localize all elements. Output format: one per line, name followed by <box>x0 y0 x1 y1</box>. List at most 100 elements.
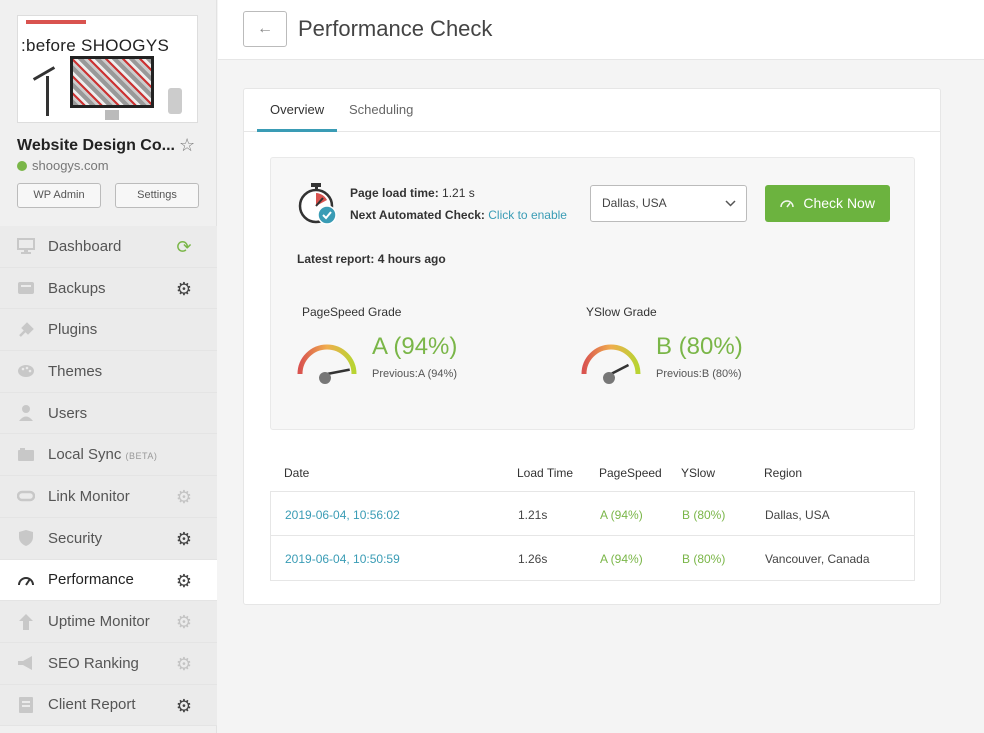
favorite-star-icon[interactable]: ☆ <box>179 135 195 156</box>
gear-icon[interactable]: ⚙ <box>174 529 194 549</box>
gear-icon[interactable]: ⚙ <box>174 612 194 632</box>
check-now-button[interactable]: Check Now <box>765 185 890 222</box>
history-table-header: Date Load Time PageSpeed YSlow Region <box>270 466 915 492</box>
page-header: ← Performance Check <box>218 0 984 60</box>
latest-report: Latest report: 4 hours ago <box>297 252 446 266</box>
link-icon <box>17 487 35 505</box>
yslow-grade: YSlow Grade B (80%) Previous:B (80%) <box>581 305 743 384</box>
page-title: Performance Check <box>298 16 493 41</box>
sidebar-item-label: Security <box>48 529 103 547</box>
sync-icon[interactable]: ⟳ <box>174 237 194 257</box>
region-select-value: Dallas, USA <box>602 196 667 210</box>
tab-scheduling[interactable]: Scheduling <box>349 102 413 117</box>
sidebar-item-label: Performance <box>48 571 134 589</box>
site-domain[interactable]: shoogys.com <box>17 158 109 173</box>
region-cell: Vancouver, Canada <box>765 552 870 566</box>
speedometer-icon <box>780 197 797 211</box>
check-now-label: Check Now <box>803 195 875 211</box>
lamp-graphic <box>32 66 56 81</box>
pagespeed-gauge-icon <box>297 344 357 384</box>
sidebar: :before SHOOGYS Website Design Co... ☆ s… <box>0 0 217 733</box>
sidebar-item-label: Link Monitor <box>48 487 130 505</box>
tab-bar: Overview Scheduling <box>244 89 940 132</box>
sidebar-item-backups[interactable]: Backups ⚙ <box>0 267 217 310</box>
speaker-graphic <box>168 88 182 114</box>
pagespeed-grade-label: PageSpeed Grade <box>302 305 402 319</box>
sidebar-item-label: Client Report <box>48 696 136 714</box>
chevron-down-icon <box>725 186 736 221</box>
lamp-stand-graphic <box>46 76 49 116</box>
page-load-time: Page load time: 1.21 s <box>350 186 475 200</box>
pagespeed-cell: A (94%) <box>600 508 643 522</box>
column-header-date: Date <box>284 466 310 480</box>
site-name: Website Design Co... <box>17 137 175 154</box>
sidebar-item-label: SEO Ranking <box>48 654 139 672</box>
settings-button[interactable]: Settings <box>115 183 199 208</box>
site-thumbnail[interactable]: :before SHOOGYS <box>17 15 198 123</box>
yslow-grade-label: YSlow Grade <box>586 305 657 319</box>
next-automated-check: Next Automated Check: Click to enable <box>350 208 567 222</box>
active-tab-indicator <box>257 129 337 132</box>
sidebar-item-local-sync[interactable]: Local Sync (BETA) <box>0 434 217 477</box>
yslow-cell: B (80%) <box>682 508 726 522</box>
gear-icon[interactable]: ⚙ <box>174 571 194 591</box>
back-button[interactable]: ← <box>243 11 287 47</box>
summary-panel: Page load time: 1.21 s Next Automated Ch… <box>270 157 915 430</box>
speedometer-icon <box>17 571 35 589</box>
yslow-grade-value: B (80%) <box>656 333 743 360</box>
plug-icon <box>17 321 35 339</box>
column-header-load-time: Load Time <box>517 466 574 480</box>
sidebar-item-seo-ranking[interactable]: SEO Ranking ⚙ <box>0 642 217 685</box>
gear-icon[interactable]: ⚙ <box>174 279 194 299</box>
sidebar-item-users[interactable]: Users <box>0 392 217 435</box>
tab-overview[interactable]: Overview <box>270 102 324 117</box>
sidebar-item-label: Themes <box>48 362 103 380</box>
sidebar-item-uptime-monitor[interactable]: Uptime Monitor ⚙ <box>0 601 217 643</box>
sidebar-item-performance[interactable]: Performance ⚙ <box>0 559 217 602</box>
enable-automated-check-link[interactable]: Click to enable <box>488 208 567 222</box>
thumbnail-banner <box>26 20 86 24</box>
region-select[interactable]: Dallas, USA <box>590 185 747 222</box>
palette-icon <box>17 362 35 380</box>
yslow-gauge-icon <box>581 344 641 384</box>
shield-icon <box>17 529 35 547</box>
table-row: 2019-06-04, 10:50:59 1.26s A (94%) B (80… <box>271 536 914 580</box>
status-dot-icon <box>17 160 27 171</box>
sidebar-item-label: Dashboard <box>48 237 122 255</box>
gear-icon[interactable]: ⚙ <box>174 654 194 674</box>
thumbnail-title: :before SHOOGYS <box>21 36 170 55</box>
report-icon <box>17 696 35 714</box>
megaphone-icon <box>17 654 35 672</box>
pagespeed-grade-value: A (94%) <box>372 333 458 360</box>
sidebar-nav: Dashboard ⟳ Backups ⚙ Plugins Themes Use… <box>0 226 217 727</box>
pagespeed-previous: Previous:A (94%) <box>372 368 457 380</box>
yslow-previous: Previous:B (80%) <box>656 368 742 380</box>
sidebar-item-link-monitor[interactable]: Link Monitor ⚙ <box>0 476 217 518</box>
history-table: 2019-06-04, 10:56:02 1.21s A (94%) B (80… <box>270 491 915 581</box>
report-date-link[interactable]: 2019-06-04, 10:56:02 <box>285 508 400 522</box>
gear-icon[interactable]: ⚙ <box>174 696 194 716</box>
local-sync-icon <box>17 446 35 464</box>
domain-text: shoogys.com <box>32 158 109 173</box>
sidebar-item-label: Users <box>48 404 88 422</box>
sidebar-item-dashboard[interactable]: Dashboard ⟳ <box>0 226 217 268</box>
sidebar-item-label: Backups <box>48 279 106 297</box>
report-date-link[interactable]: 2019-06-04, 10:50:59 <box>285 552 400 566</box>
sidebar-item-themes[interactable]: Themes <box>0 351 217 393</box>
monitor-stand-graphic <box>105 110 119 120</box>
gear-icon[interactable]: ⚙ <box>174 487 194 507</box>
column-header-yslow: YSlow <box>681 466 716 480</box>
backup-icon <box>17 279 35 297</box>
stopwatch-icon <box>298 183 337 225</box>
sidebar-item-plugins[interactable]: Plugins <box>0 309 217 352</box>
wp-admin-button[interactable]: WP Admin <box>17 183 101 208</box>
performance-card: Overview Scheduling Page load time: 1.21… <box>243 88 941 605</box>
sidebar-item-client-report[interactable]: Client Report ⚙ <box>0 684 217 727</box>
load-time-cell: 1.26s <box>518 552 548 566</box>
column-header-pagespeed: PageSpeed <box>599 466 662 480</box>
table-row: 2019-06-04, 10:56:02 1.21s A (94%) B (80… <box>271 492 914 536</box>
uptime-icon <box>17 613 35 631</box>
sidebar-item-security[interactable]: Security ⚙ <box>0 517 217 560</box>
sidebar-item-label: Plugins <box>48 321 98 339</box>
beta-badge: (BETA) <box>125 451 158 462</box>
